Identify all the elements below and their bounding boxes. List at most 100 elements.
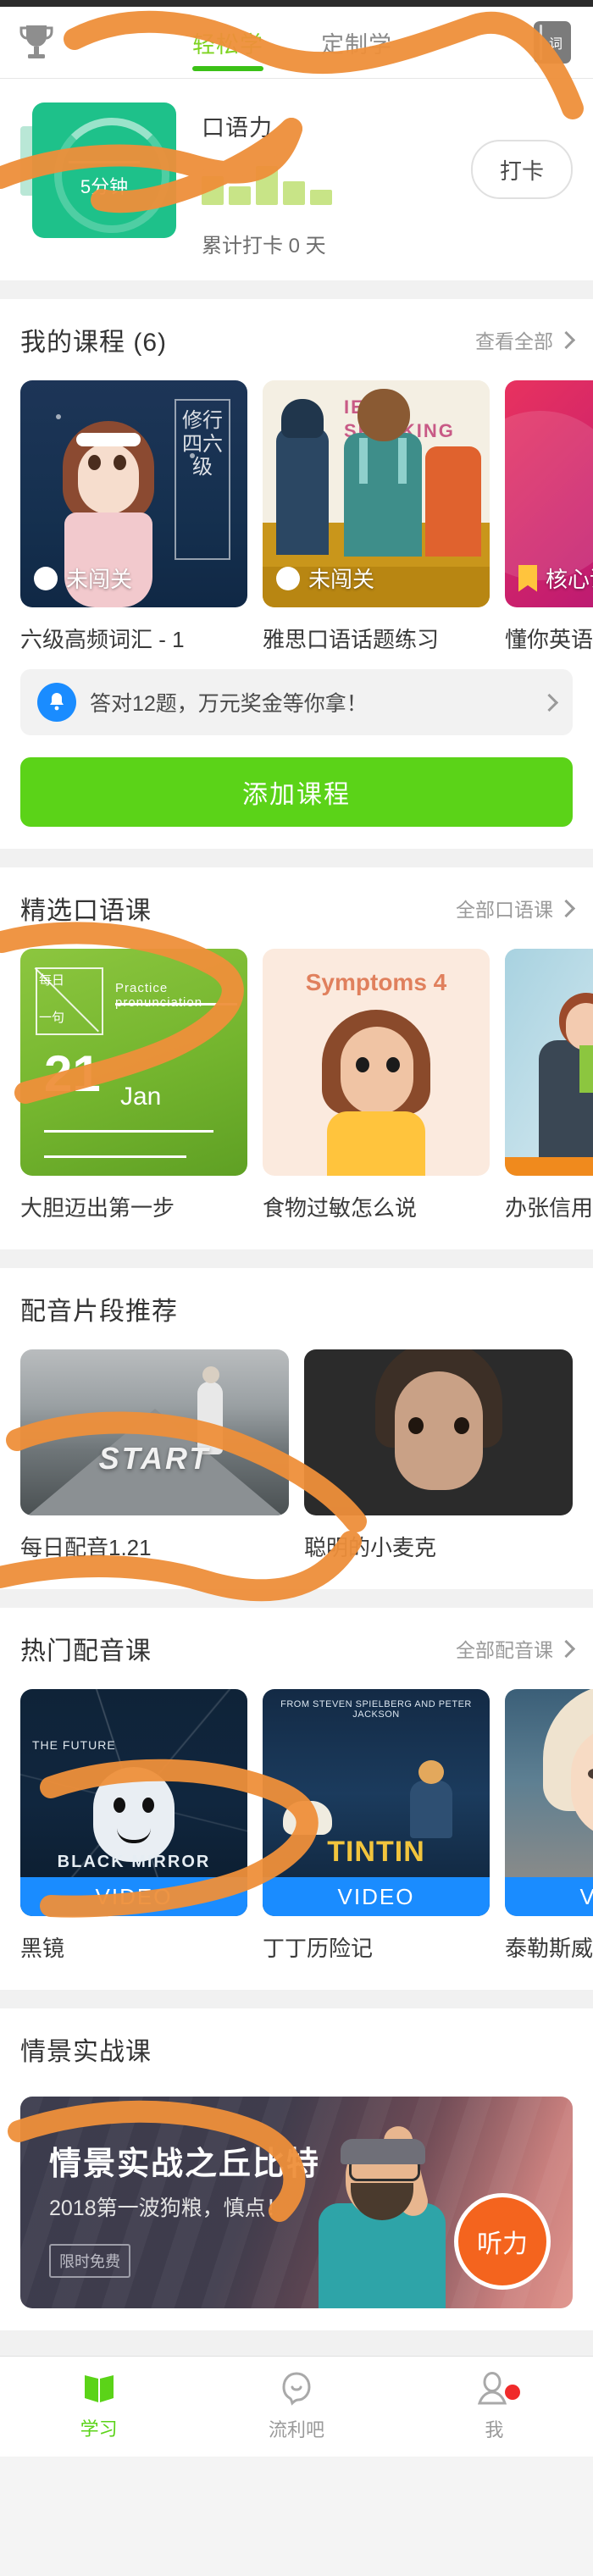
nav-label-community: 流利吧 [268,2419,324,2440]
hot-dubbing-view-all-label: 全部配音课 [456,1639,553,1661]
section-divider [0,280,593,299]
nav-item-profile[interactable]: 我 [396,2371,593,2442]
course-badge: 未闯关 [276,562,374,594]
scenario-free-tag: 限时免费 [49,2244,130,2278]
chat-face-icon [282,2372,311,2406]
course-card[interactable]: 修行四六级 未闯关 六级高频词汇 - 1 [20,380,247,654]
spoken-course-name: 大胆迈出第一步 [20,1195,175,1221]
listening-badge[interactable]: 听力 [454,2193,551,2290]
course-badge: 未闯关 [34,562,132,594]
nav-item-study[interactable]: 学习 [0,2372,197,2441]
section-divider [0,1990,593,2008]
bookmark-icon [518,564,537,592]
course-badge-label: 未闯关 [308,567,375,592]
section-divider [0,1249,593,1268]
spoken-courses-view-all[interactable]: 全部口语课 [456,894,576,922]
course-art-text: 修行四六级 [175,399,230,560]
my-courses-header: 我的课程 (6) 查看全部 [0,299,593,380]
spoken-courses-view-all-label: 全部口语课 [456,899,553,921]
banner-illustration [303,2123,464,2308]
dubbing-clip-card[interactable]: START 每日配音1.21 [20,1349,289,1562]
spoken-courses-list[interactable]: 每日 一句 Practice pronunciation 21 Jan 大胆迈出… [0,949,593,1227]
promo-text: 答对12题，万元奖金等你拿！ [90,692,368,716]
trophy-icon[interactable] [0,23,73,62]
scenario-banner[interactable]: 情景实战之丘比特 2018第一波狗粮，慎点！ 限时免费 听力 [20,2097,573,2308]
promo-banner[interactable]: 答对12题，万元奖金等你拿！ [20,669,573,735]
spoken-course-thumbnail: 每日 一句 Practice pronunciation 21 Jan [20,949,247,1176]
video-badge: VIDEO [505,1877,593,1916]
my-courses-view-all[interactable]: 查看全部 [475,325,576,354]
app-header: 轻松学 定制学 词 [0,7,593,79]
course-name: 懂你英语 [505,627,593,652]
hot-dubbing-view-all[interactable]: 全部配音课 [456,1634,576,1663]
poster-title-text: BLACK MIRROR [57,1853,211,1871]
hot-dubbing-list[interactable]: THE FUTURE BLACK MIRROR VIDEO 黑镜 FROM ST… [0,1689,593,1968]
add-course-button[interactable]: 添加课程 [20,757,573,827]
status-dot-icon [276,566,300,590]
spoken-course-card[interactable]: Symptoms 4 食物过敏怎么说 [263,949,490,1222]
check-in-button[interactable]: 打卡 [471,140,573,199]
speaking-power-info: 口语力 累计打卡 0 天 打卡 [180,97,573,258]
chevron-right-icon [557,1639,576,1658]
nav-label-profile: 我 [485,2419,504,2440]
scenario-banner-subtitle: 2018第一波狗粮，慎点！ [49,2197,287,2220]
course-thumbnail: IELTS SPEAKING 未闯关 [263,380,490,607]
poster-title-text: TINTIN [327,1836,425,1868]
chevron-right-icon [540,693,559,712]
dubbing-clip-name: 聪明的小麦克 [304,1535,437,1560]
dubbing-clip-thumbnail: START [20,1349,289,1515]
my-courses-view-all-label: 查看全部 [475,330,553,352]
spoken-courses-title: 精选口语课 [20,897,152,925]
dubbing-course-card[interactable]: VIDEO 泰勒斯威夫特 [505,1689,593,1963]
course-card[interactable]: IELTS SPEAKING 未闯关 雅思口语话题练习 [263,380,490,654]
dubbing-course-card[interactable]: THE FUTURE BLACK MIRROR VIDEO 黑镜 [20,1689,247,1963]
scenario-section: 情景实战课 情景实战之丘比特 2018第一波狗粮，慎点！ 限时免费 听力 [0,2008,593,2330]
progress-ring: 5分钟 [32,102,176,238]
tab-easy-learn[interactable]: 轻松学 [187,7,269,78]
dubbing-clips-section: 配音片段推荐 START 每日配音1.21 聪明的小麦克 [0,1268,593,1589]
streak-label: 累计打卡 0 天 [202,235,326,258]
dubbing-course-card[interactable]: FROM STEVEN SPIELBERG AND PETER JACKSON … [263,1689,490,1963]
course-name: 六级高频词汇 - 1 [20,627,185,652]
duration-label: 5分钟 [80,176,129,197]
chevron-right-icon [557,899,576,917]
course-thumbnail: 懂你英 核心课 [505,380,593,607]
nav-item-community[interactable]: 流利吧 [197,2371,395,2442]
tab-custom-learn[interactable]: 定制学 [316,7,397,78]
bottom-navigation: 学习 流利吧 我 [0,2356,593,2457]
poster-top-text: FROM STEVEN SPIELBERG AND PETER JACKSON [280,1699,472,1720]
bell-icon [37,683,76,722]
date-month: Jan [120,1083,162,1111]
hot-dubbing-title: 热门配音课 [20,1637,152,1665]
spoken-course-card[interactable]: BANK 办张信用卡 [505,949,593,1222]
dubbing-clip-art-text: START [98,1441,211,1476]
status-dot-icon [34,566,58,590]
dubbing-course-name: 泰勒斯威夫特 [505,1936,593,1961]
video-badge: VIDEO [263,1877,490,1916]
scenario-banner-title: 情景实战之丘比特 [49,2147,321,2182]
speaking-power-card[interactable]: 5分钟 口语力 累计打卡 0 天 打卡 [0,79,593,280]
book-icon [84,2375,114,2402]
dubbing-clip-card[interactable]: 聪明的小麦克 [304,1349,573,1562]
section-divider [0,1589,593,1608]
dubbing-course-name: 黑镜 [20,1936,65,1961]
dubbing-clips-header: 配音片段推荐 [0,1268,593,1349]
dubbing-clip-thumbnail [304,1349,573,1515]
notification-dot [505,2385,521,2400]
course-thumbnail: 修行四六级 未闯关 [20,380,247,607]
dictionary-button[interactable]: 词 [512,21,593,64]
speaking-power-thumb: 5分钟 [20,97,180,241]
course-card[interactable]: 懂你英 核心课 懂你英语 [505,380,593,654]
hot-dubbing-header: 热门配音课 全部配音课 [0,1608,593,1689]
speaking-power-title: 口语力 [202,115,273,141]
my-courses-list[interactable]: 修行四六级 未闯关 六级高频词汇 - 1 IELTS SPEAKING [0,380,593,659]
nav-label-study: 学习 [80,2418,118,2440]
dubbing-course-thumbnail: FROM STEVEN SPIELBERG AND PETER JACKSON … [263,1689,490,1916]
daily-tag-bottom: 一句 [39,1011,65,1025]
scenario-title: 情景实战课 [20,2038,152,2066]
section-divider [0,849,593,867]
course-badge: 核心课 [518,562,593,594]
date-day: 21 [44,1045,101,1102]
dubbing-clips-list[interactable]: START 每日配音1.21 聪明的小麦克 [0,1349,593,1567]
spoken-course-card[interactable]: 每日 一句 Practice pronunciation 21 Jan 大胆迈出… [20,949,247,1222]
